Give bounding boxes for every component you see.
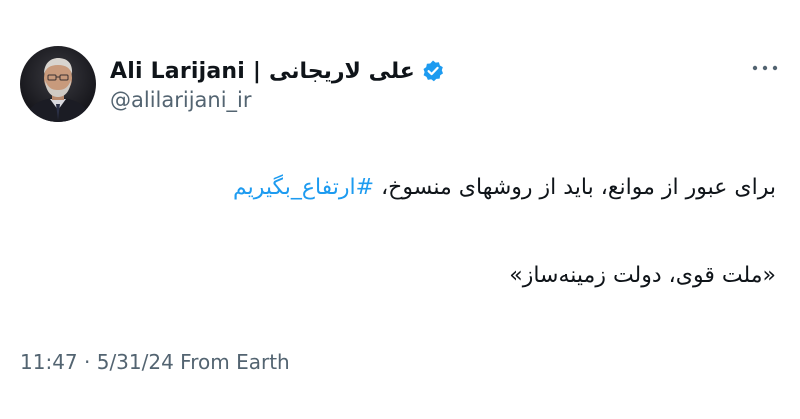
- profile-photo: [20, 46, 96, 122]
- author-handle[interactable]: @alilarijani_ir: [110, 88, 252, 112]
- author-display-name[interactable]: Ali Larijani | علی لاریجانی: [110, 59, 415, 84]
- tweet-body: برای عبور از موانع، باید از روشهای منسوخ…: [56, 170, 776, 294]
- verified-badge-icon: [421, 59, 445, 83]
- tweet-line-1: برای عبور از موانع، باید از روشهای منسوخ…: [56, 170, 776, 206]
- more-horizontal-icon[interactable]: [748, 56, 782, 80]
- tweet-source: From Earth: [173, 350, 290, 374]
- tweet-card: Ali Larijani | علی لاریجانی @alilarijani…: [0, 0, 800, 419]
- tweet-text-segment: برای عبور از موانع، باید از روشهای منسوخ…: [374, 175, 776, 200]
- hashtag-link[interactable]: #ارتفاع_بگیریم: [233, 175, 374, 200]
- tweet-date[interactable]: 5/31/24: [97, 350, 174, 374]
- avatar[interactable]: [20, 46, 96, 122]
- tweet-time[interactable]: 11:47: [20, 350, 78, 374]
- tweet-line-2: «ملت قوی، دولت زمینه‌ساز»: [509, 263, 776, 288]
- tweet-meta: 11:47 · 5/31/24 From Earth: [20, 350, 290, 374]
- author-name-row: Ali Larijani | علی لاریجانی: [110, 54, 445, 88]
- meta-separator: ·: [77, 350, 97, 374]
